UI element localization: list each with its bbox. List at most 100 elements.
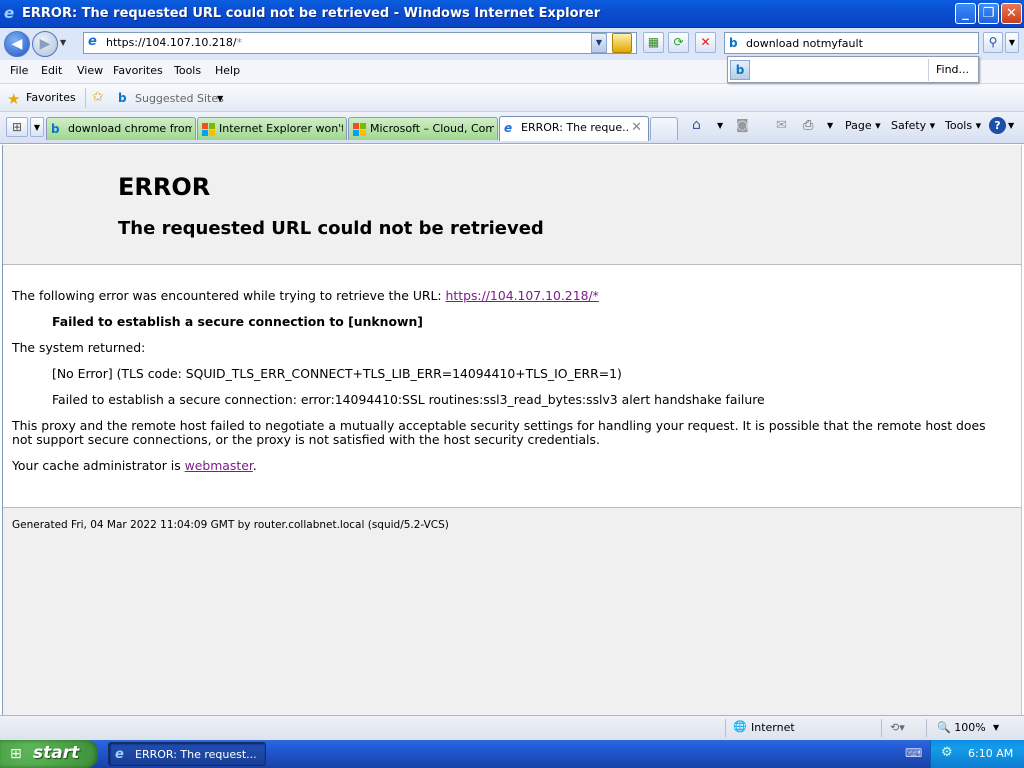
system-returned-label: The system returned: (12, 340, 146, 355)
taskbar-item-ie[interactable]: e ERROR: The request... (108, 742, 266, 766)
add-to-favorites-bar-icon[interactable]: ✩ (92, 89, 104, 105)
compat-icon: ▦ (647, 35, 660, 49)
divider (928, 59, 929, 81)
address-url[interactable]: https://104.107.10.218/* (106, 36, 242, 49)
favorites-button[interactable]: Favorites (26, 91, 76, 104)
divider (85, 88, 86, 108)
new-tab-button[interactable] (650, 117, 678, 140)
print-icon[interactable]: ⎙ (803, 118, 813, 133)
bing-icon: b (118, 91, 127, 105)
close-tab-icon[interactable]: ✕ (631, 120, 642, 135)
protected-mode-icon[interactable]: ⟲▾ (890, 721, 905, 734)
tab-internet-explorer[interactable]: Internet Explorer won't... (197, 117, 347, 140)
clock[interactable]: 6:10 AM (968, 747, 1013, 760)
tools-menu-button[interactable]: Tools ▾ (945, 119, 981, 132)
divider (725, 719, 726, 737)
forward-button[interactable]: ▶ (32, 31, 58, 57)
ie-page-icon: e (504, 121, 513, 135)
safety-menu-button[interactable]: Safety ▾ (891, 119, 935, 132)
refresh-icon: ⟳ (673, 35, 684, 49)
find-on-page-button[interactable]: Find... (936, 63, 969, 76)
tab-error-active[interactable]: e ERROR: The reque... ✕ (499, 116, 649, 141)
tab-label: Microsoft – Cloud, Com... (370, 122, 494, 135)
refresh-button[interactable]: ⟳ (668, 32, 689, 53)
help-icon[interactable]: ? (989, 117, 1006, 134)
tab-label: download chrome from ... (68, 122, 192, 135)
admin-text: Your cache administrator is webmaster. (12, 458, 257, 473)
bing-provider-button[interactable]: b (730, 60, 750, 80)
start-label: start (33, 743, 80, 763)
menu-edit[interactable]: Edit (41, 64, 62, 77)
menu-file[interactable]: File (10, 64, 28, 77)
search-options-dropdown[interactable]: ▼ (1005, 32, 1019, 53)
help-dropdown[interactable]: ▼ (1008, 121, 1014, 130)
taskbar-item-label: ERROR: The request... (135, 748, 257, 761)
print-dropdown[interactable]: ▼ (827, 121, 833, 130)
generated-info: Generated Fri, 04 Mar 2022 11:04:09 GMT … (12, 519, 449, 531)
divider (926, 719, 927, 737)
intro-text: The following error was encountered whil… (12, 288, 599, 303)
home-dropdown[interactable]: ▼ (717, 121, 723, 130)
stop-button[interactable]: ✕ (695, 32, 716, 53)
zoom-level[interactable]: 🔍 100% (937, 721, 986, 734)
quick-tabs-icon: ⊞ (11, 120, 23, 134)
error-subtitle: The requested URL could not be retrieved (118, 218, 544, 239)
window-title: ERROR: The requested URL could not be re… (22, 6, 601, 21)
favorites-star-icon[interactable]: ★ (7, 90, 20, 108)
page-icon: e (88, 34, 97, 49)
close-button[interactable]: ✕ (1001, 3, 1022, 24)
error-footer: Generated Fri, 04 Mar 2022 11:04:09 GMT … (3, 508, 1021, 715)
tab-microsoft[interactable]: Microsoft – Cloud, Com... (348, 117, 498, 140)
internet-zone-icon[interactable]: 🌐 (733, 720, 747, 733)
search-box[interactable]: b download notmyfault (724, 32, 979, 54)
forward-arrow-icon: ▶ (39, 36, 51, 52)
webmaster-link[interactable]: webmaster (185, 458, 253, 473)
menu-help[interactable]: Help (215, 64, 240, 77)
start-button[interactable]: ⊞ start (0, 740, 98, 768)
menu-tools[interactable]: Tools (174, 64, 201, 77)
ie-app-icon: e (4, 4, 15, 22)
title-bar[interactable]: e ERROR: The requested URL could not be … (0, 0, 1024, 28)
address-dropdown-button[interactable]: ▼ (591, 33, 607, 53)
requested-url-link[interactable]: https://104.107.10.218/* (446, 288, 599, 303)
read-mail-icon[interactable]: ✉ (776, 118, 787, 133)
address-bar[interactable]: e https://104.107.10.218/* (83, 32, 637, 54)
status-bar (0, 715, 1024, 740)
tab-download-chrome[interactable]: b download chrome from ... (46, 117, 196, 140)
ssl-error-detail: Failed to establish a secure connection:… (52, 392, 765, 407)
search-button[interactable]: ⚲ (983, 32, 1003, 53)
maximize-button[interactable]: ❐ (978, 3, 999, 24)
tab-label: ERROR: The reque... (521, 121, 629, 134)
chevron-down-icon[interactable]: ▼ (217, 94, 223, 103)
page-menu-button[interactable]: Page ▾ (845, 119, 881, 132)
tls-error-code: [No Error] (TLS code: SQUID_TLS_ERR_CONN… (52, 366, 622, 381)
failed-message: Failed to establish a secure connection … (52, 314, 423, 329)
tab-list-dropdown[interactable]: ▼ (30, 117, 44, 137)
stop-icon: ✕ (700, 35, 711, 49)
feeds-icon[interactable]: ◙ (736, 118, 749, 133)
network-icon[interactable]: ⚙ (941, 745, 953, 760)
quick-tabs-button[interactable]: ⊞ (6, 117, 28, 137)
search-suggestion-popup: b Find... (727, 56, 979, 83)
bing-icon: b (51, 122, 60, 136)
recent-pages-dropdown[interactable]: ▼ (60, 38, 66, 47)
home-icon[interactable]: ⌂ (692, 117, 701, 133)
minimize-button[interactable]: _ (955, 3, 976, 24)
explanation-line-1: This proxy and the remote host failed to… (12, 418, 986, 433)
search-input[interactable]: download notmyfault (746, 37, 863, 50)
compatibility-view-button[interactable]: ▦ (643, 32, 664, 53)
security-zone-label[interactable]: Internet (751, 721, 795, 734)
suggested-sites-button[interactable]: Suggested Sites (135, 92, 224, 105)
menu-favorites[interactable]: Favorites (113, 64, 163, 77)
windows-flag-icon: ⊞ (10, 746, 22, 762)
back-button[interactable]: ◀ (4, 31, 30, 57)
microsoft-logo-icon (202, 123, 215, 136)
error-header: ERROR The requested URL could not be ret… (3, 145, 1021, 265)
menu-view[interactable]: View (77, 64, 103, 77)
explanation-line-2: not support secure connections, or the p… (12, 432, 600, 447)
keyboard-icon[interactable]: ⌨ (905, 746, 922, 760)
security-lock-icon[interactable] (612, 33, 632, 53)
back-arrow-icon: ◀ (11, 36, 23, 52)
zoom-dropdown[interactable]: ▼ (993, 723, 999, 732)
tab-label: Internet Explorer won't... (219, 122, 343, 135)
